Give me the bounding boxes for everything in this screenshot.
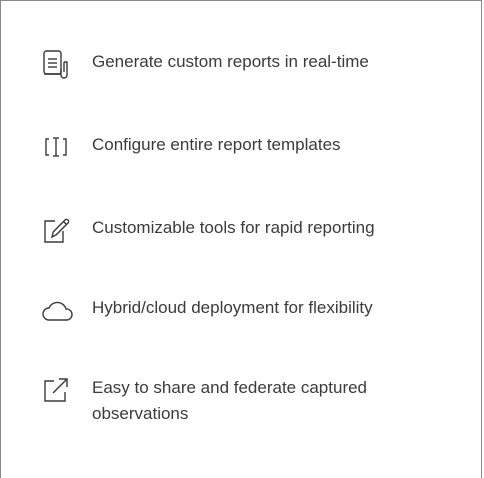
feature-item-customizable-tools: Customizable tools for rapid reporting — [41, 215, 375, 245]
share-external-link-icon — [41, 375, 75, 405]
text-cursor-bracket-icon — [41, 132, 75, 162]
report-document-icon — [41, 49, 75, 79]
feature-text: Hybrid/cloud deployment for flexibility — [92, 298, 373, 317]
feature-text: Configure entire report templates — [92, 135, 341, 154]
feature-text: Generate custom reports in real-time — [92, 52, 369, 71]
feature-item-share-federate: Easy to share and federate captured obse… — [41, 375, 367, 427]
feature-text: Customizable tools for rapid reporting — [92, 218, 375, 237]
feature-item-configure-templates: Configure entire report templates — [41, 132, 341, 162]
edit-pencil-icon — [41, 215, 75, 245]
feature-text: Easy to share and federate captured obse… — [92, 378, 368, 423]
feature-item-generate-reports: Generate custom reports in real-time — [41, 49, 369, 79]
cloud-icon — [41, 295, 75, 325]
feature-item-hybrid-cloud: Hybrid/cloud deployment for flexibility — [41, 295, 373, 325]
feature-card: Generate custom reports in real-time Con… — [0, 0, 482, 478]
